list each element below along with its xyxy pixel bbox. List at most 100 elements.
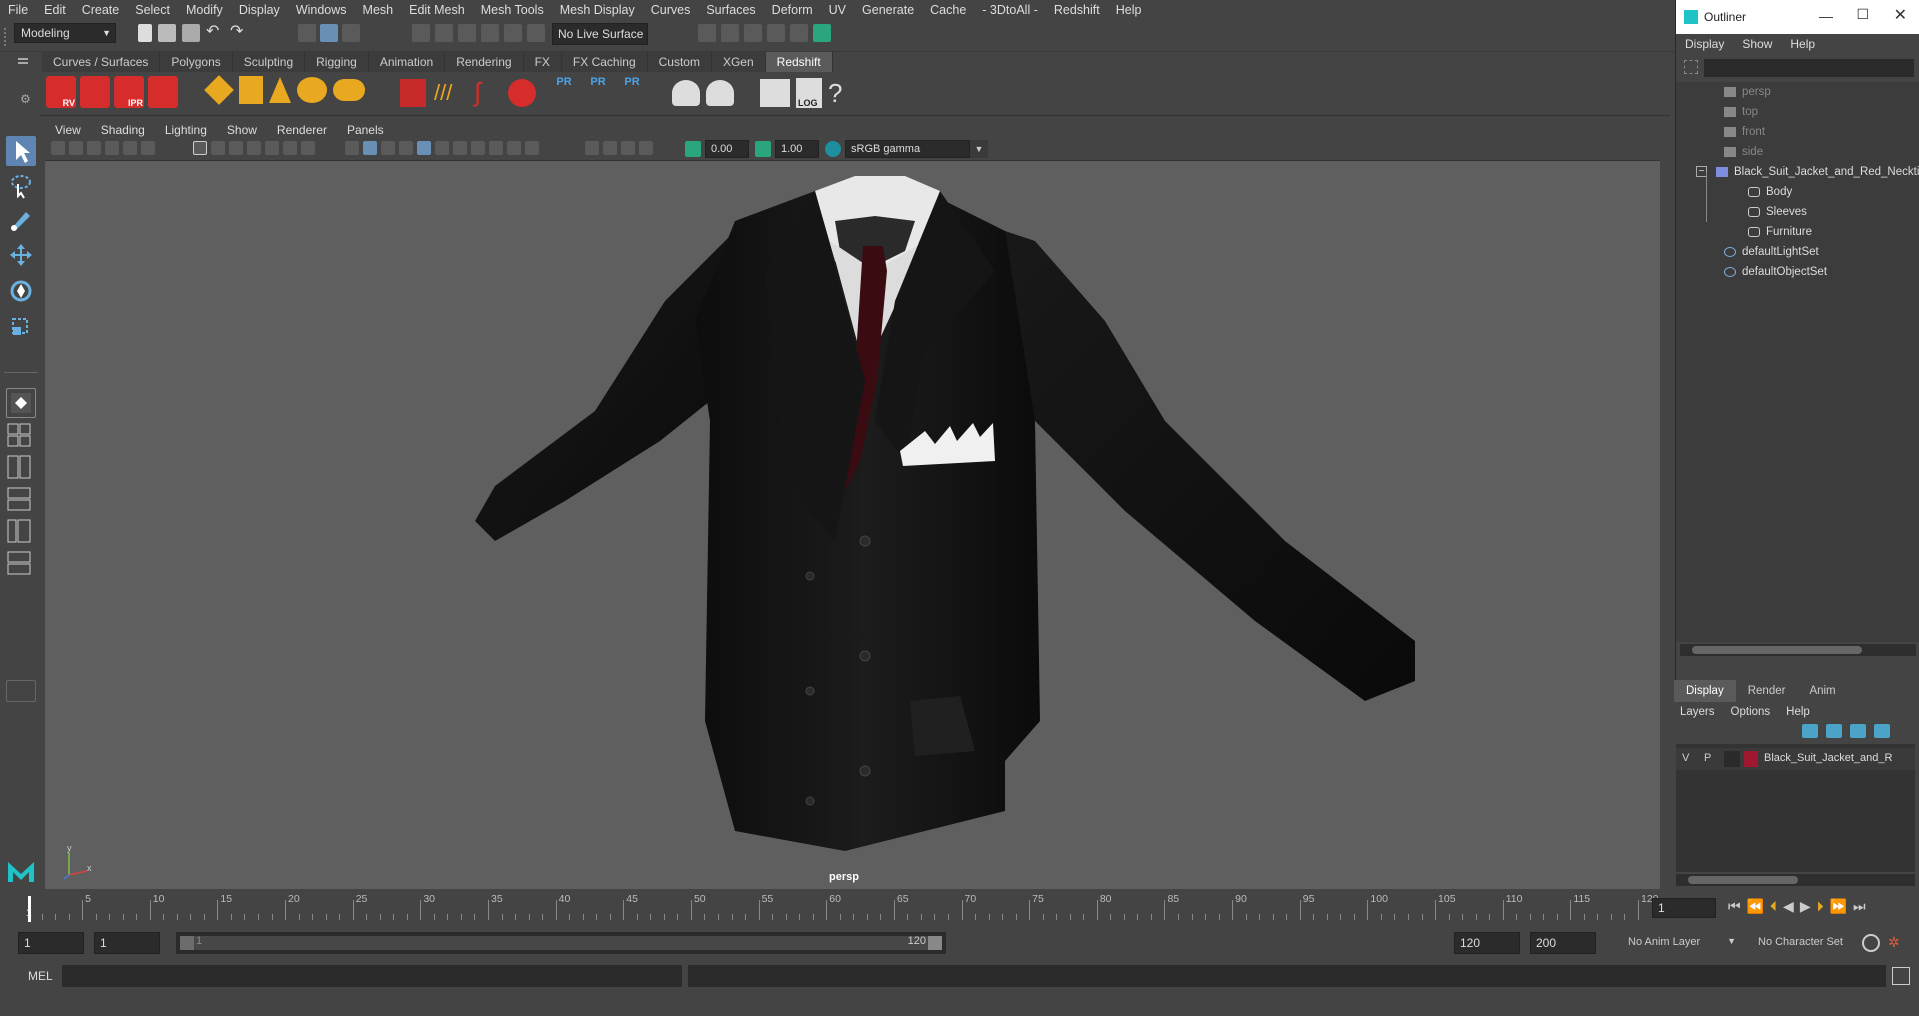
smooth-shade-icon[interactable] xyxy=(363,141,377,155)
grid-toggle-icon[interactable] xyxy=(193,141,207,155)
outliner-item[interactable]: persp xyxy=(1724,82,1771,102)
bookmark-icon[interactable] xyxy=(87,141,101,155)
layer-tab-display[interactable]: Display xyxy=(1674,680,1736,702)
grip-handle[interactable] xyxy=(4,28,8,46)
outliner-item[interactable]: Furniture xyxy=(1748,222,1812,242)
menu-display[interactable]: Display xyxy=(231,3,288,17)
shelf-tab-rigging[interactable]: Rigging xyxy=(305,52,369,72)
scale-tool-icon[interactable] xyxy=(6,312,36,342)
ambient-occlusion-icon[interactable] xyxy=(471,141,485,155)
visibility-toggle[interactable]: V xyxy=(1682,752,1689,764)
move-layer-up-icon[interactable] xyxy=(1802,724,1818,738)
step-back-frame-icon[interactable]: ⏪ xyxy=(1747,898,1764,915)
viewport-menu-renderer[interactable]: Renderer xyxy=(267,123,337,137)
menu-surfaces[interactable]: Surfaces xyxy=(698,3,763,17)
custom-layout-icon[interactable] xyxy=(6,680,36,702)
menu-create[interactable]: Create xyxy=(74,3,128,17)
close-icon[interactable]: ✕ xyxy=(1894,5,1907,25)
outliner-menu-display[interactable]: Display xyxy=(1676,37,1733,51)
menu-edit-mesh[interactable]: Edit Mesh xyxy=(401,3,473,17)
snap-view-plane-icon[interactable] xyxy=(481,24,499,42)
render-view-window-icon[interactable] xyxy=(760,79,790,107)
bake-icon[interactable] xyxy=(672,80,700,106)
gamma-icon[interactable] xyxy=(755,141,771,157)
current-frame-field[interactable]: 1 xyxy=(1652,898,1716,918)
outliner-item[interactable]: Sleeves xyxy=(1748,202,1807,222)
viewport-menu-shading[interactable]: Shading xyxy=(91,123,155,137)
3d-viewport[interactable]: persp y x xyxy=(45,161,1660,889)
play-forwards-icon[interactable]: ▶ xyxy=(1800,898,1811,915)
redo-icon[interactable]: ↷ xyxy=(230,24,248,42)
outliner-item[interactable]: − Black_Suit_Jacket_and_Red_Neckti xyxy=(1696,162,1919,182)
outliner-item[interactable]: Body xyxy=(1748,182,1792,202)
menu-deform[interactable]: Deform xyxy=(764,3,821,17)
render-settings-button[interactable] xyxy=(148,76,178,108)
select-component-icon[interactable] xyxy=(342,24,360,42)
shelf-tab-custom[interactable]: Custom xyxy=(647,52,712,72)
bake-set-icon[interactable] xyxy=(706,80,734,106)
outliner-item[interactable]: defaultLightSet xyxy=(1724,242,1819,262)
menu-mesh-tools[interactable]: Mesh Tools xyxy=(473,3,552,17)
filter-icon[interactable] xyxy=(1684,60,1698,74)
ipr-render-button[interactable]: IPR xyxy=(114,76,144,108)
menu-generate[interactable]: Generate xyxy=(854,3,922,17)
outliner-horizontal-scrollbar[interactable] xyxy=(1680,644,1916,656)
menu-file[interactable]: File xyxy=(0,3,36,17)
magnet-icon[interactable] xyxy=(527,24,545,42)
playback-toggle[interactable]: P xyxy=(1704,752,1711,764)
use-all-lights-icon[interactable] xyxy=(435,141,449,155)
command-language-label[interactable]: MEL xyxy=(28,969,53,983)
gamma-field[interactable]: 1.00 xyxy=(775,140,819,158)
volume-object-icon[interactable]: ∫ xyxy=(474,78,500,108)
pr-swap-button[interactable]: PR xyxy=(618,76,646,110)
spot-light-icon[interactable] xyxy=(269,77,291,103)
graph-layout-icon[interactable] xyxy=(6,548,36,578)
shelf-tab-fx[interactable]: FX xyxy=(523,52,562,72)
step-forward-key-icon[interactable]: ⏵ xyxy=(1817,898,1824,915)
range-end-handle[interactable] xyxy=(928,936,942,950)
proxy-object-icon[interactable] xyxy=(400,79,426,107)
xray-joints-icon[interactable] xyxy=(621,141,635,155)
go-to-start-icon[interactable]: ⏮ xyxy=(1728,898,1741,915)
safe-action-icon[interactable] xyxy=(283,141,297,155)
colorspace-dropdown[interactable]: sRGB gamma xyxy=(845,140,970,158)
menu-edit[interactable]: Edit xyxy=(36,3,74,17)
viewport-menu-panels[interactable]: Panels xyxy=(337,123,394,137)
new-layer-icon[interactable] xyxy=(1850,724,1866,738)
exposure-icon[interactable] xyxy=(685,141,701,157)
outliner-menu-show[interactable]: Show xyxy=(1733,37,1781,51)
outliner-item[interactable]: front xyxy=(1724,122,1765,142)
depth-of-field-icon[interactable] xyxy=(525,141,539,155)
layer-tab-anim[interactable]: Anim xyxy=(1797,680,1847,702)
lasso-tool-icon[interactable] xyxy=(6,170,36,200)
render-settings-icon[interactable] xyxy=(698,24,716,42)
wireframe-icon[interactable] xyxy=(345,141,359,155)
shelf-tab-rendering[interactable]: Rendering xyxy=(445,52,524,72)
step-forward-frame-icon[interactable]: ⏩ xyxy=(1830,898,1847,915)
select-tool-icon[interactable] xyxy=(6,136,36,166)
render-frame-icon[interactable] xyxy=(721,24,739,42)
film-gate-icon[interactable] xyxy=(211,141,225,155)
menu-modify[interactable]: Modify xyxy=(178,3,231,17)
snap-point-icon[interactable] xyxy=(458,24,476,42)
animation-prefs-icon[interactable]: ✲ xyxy=(1888,934,1906,952)
two-pane-stacked-layout-icon[interactable] xyxy=(6,484,36,514)
menu-curves[interactable]: Curves xyxy=(643,3,699,17)
menu-help[interactable]: Help xyxy=(1108,3,1150,17)
viewport-menu-show[interactable]: Show xyxy=(217,123,267,137)
xray-components-icon[interactable] xyxy=(639,141,653,155)
outliner-item[interactable]: side xyxy=(1724,142,1763,162)
shelf-tab-xgen[interactable]: XGen xyxy=(711,52,766,72)
shelf-menu-icon[interactable] xyxy=(18,58,28,64)
layer-tab-render[interactable]: Render xyxy=(1736,680,1798,702)
pr-import-button[interactable]: PR xyxy=(584,76,612,110)
shelf-tab-redshift[interactable]: Redshift xyxy=(765,52,833,72)
single-pane-layout-icon[interactable] xyxy=(6,388,36,418)
safe-title-icon[interactable] xyxy=(301,141,315,155)
menu-mesh[interactable]: Mesh xyxy=(355,3,402,17)
layer-menu-options[interactable]: Options xyxy=(1731,706,1771,718)
rect-light-icon[interactable] xyxy=(239,76,263,104)
command-input[interactable] xyxy=(62,965,682,987)
dome-light-icon[interactable] xyxy=(297,77,327,103)
playback-start-field[interactable]: 1 xyxy=(94,932,160,954)
